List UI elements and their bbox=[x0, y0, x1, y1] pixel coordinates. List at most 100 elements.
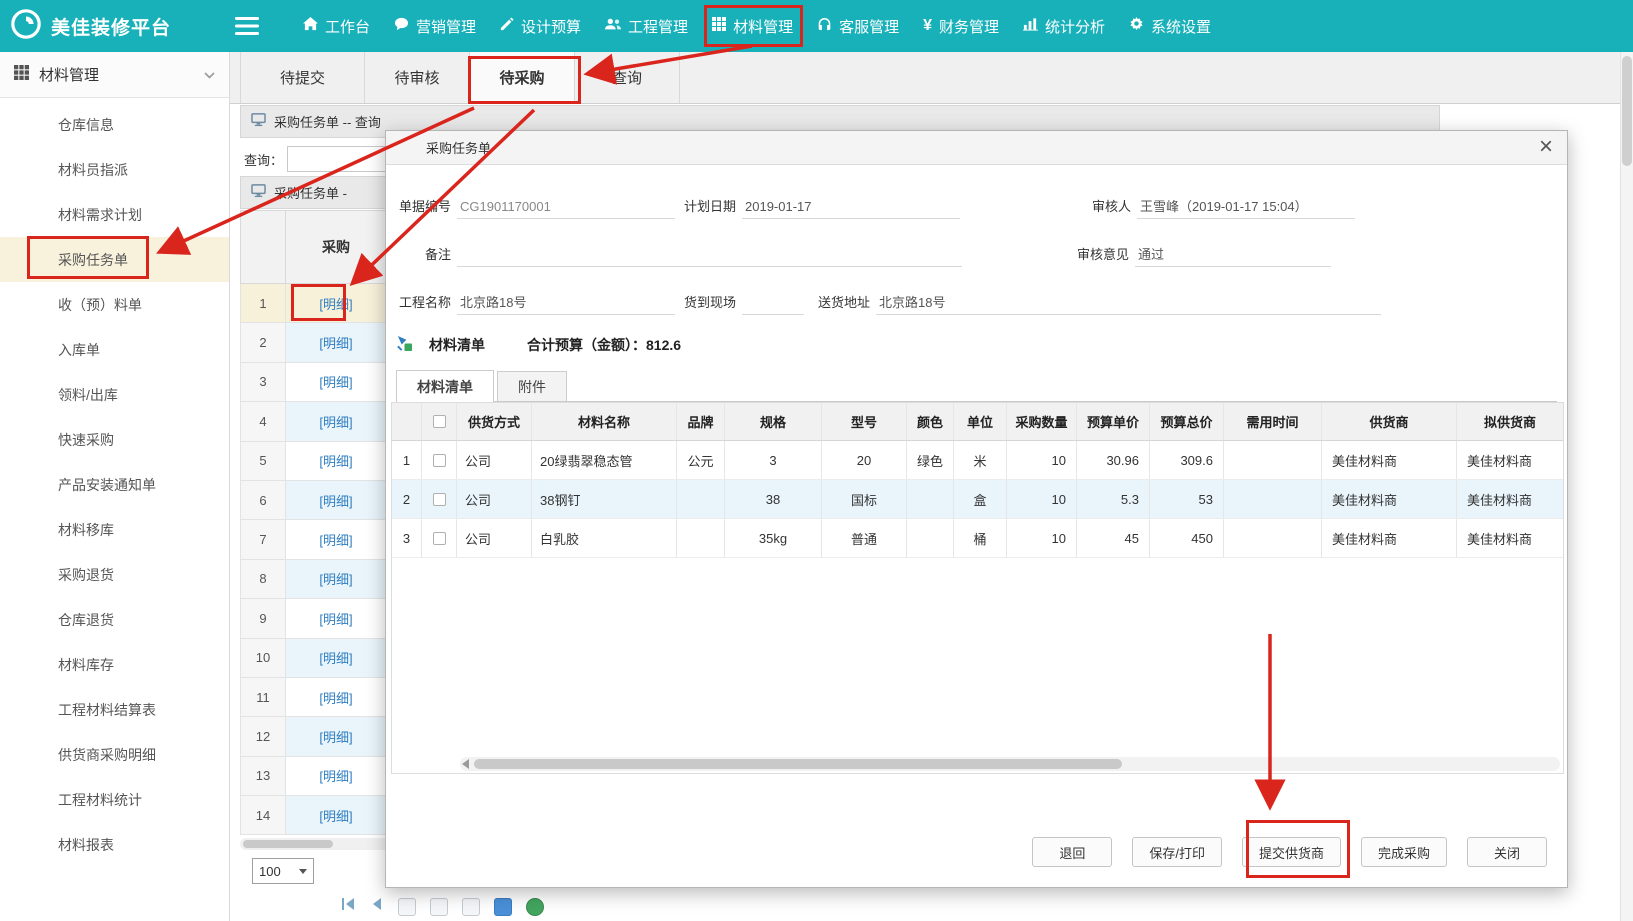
page-size-select[interactable]: 100 bbox=[252, 858, 314, 884]
detail-link[interactable]: [明细] bbox=[319, 530, 352, 549]
material-row[interactable]: 3 公司 白乳胶 35kg 普通 桶 10 45 450 美佳材料商 美佳材料商 bbox=[392, 519, 1563, 558]
tab[interactable]: 待审核 bbox=[365, 52, 470, 103]
sidebar-item[interactable]: 仓库退货 bbox=[0, 597, 229, 642]
detail-link[interactable]: [明细] bbox=[319, 412, 352, 431]
menu-toggle-icon[interactable] bbox=[235, 17, 261, 35]
audit-opinion-input[interactable]: 通过 bbox=[1135, 244, 1331, 267]
pager-icon[interactable] bbox=[398, 898, 416, 916]
nav-item-marketing[interactable]: 营销管理 bbox=[382, 0, 488, 52]
sidebar-header[interactable]: 材料管理 bbox=[0, 52, 229, 98]
close-icon[interactable]: × bbox=[1539, 134, 1553, 160]
close-button[interactable]: 关闭 bbox=[1467, 837, 1547, 867]
project-name-input[interactable]: 北京路18号 bbox=[457, 292, 675, 315]
nav-item-settings[interactable]: 系统设置 bbox=[1117, 0, 1223, 52]
to-site-input[interactable] bbox=[742, 314, 804, 315]
column-header: 预算总价 bbox=[1150, 403, 1224, 440]
sidebar-item[interactable]: 材料需求计划 bbox=[0, 192, 229, 237]
sidebar-item[interactable]: 工程材料结算表 bbox=[0, 687, 229, 732]
sidebar-item[interactable]: 材料报表 bbox=[0, 822, 229, 867]
sidebar-item[interactable]: 材料库存 bbox=[0, 642, 229, 687]
field-label: 审核意见 bbox=[1072, 243, 1129, 267]
return-button[interactable]: 退回 bbox=[1032, 837, 1112, 867]
cell-unit-price: 45 bbox=[1077, 519, 1150, 557]
first-page-icon[interactable] bbox=[340, 897, 356, 916]
cell-unit: 盒 bbox=[954, 480, 1007, 518]
sidebar-item[interactable]: 材料员指派 bbox=[0, 147, 229, 192]
row-checkbox[interactable] bbox=[433, 493, 446, 506]
nav-item-service[interactable]: 客服管理 bbox=[805, 0, 911, 52]
pager-icon[interactable] bbox=[494, 898, 512, 916]
detail-link[interactable]: [明细] bbox=[319, 688, 352, 707]
tab[interactable]: 待提交 bbox=[240, 52, 365, 103]
detail-link[interactable]: [明细] bbox=[319, 727, 352, 746]
detail-link[interactable]: [明细] bbox=[319, 451, 352, 470]
plan-date-input[interactable]: 2019-01-17 bbox=[742, 196, 960, 219]
nav-item-finance[interactable]: 财务管理 bbox=[911, 0, 1011, 52]
detail-link[interactable]: [明细] bbox=[319, 806, 352, 825]
nav-item-project[interactable]: 工程管理 bbox=[593, 0, 700, 52]
page-scrollbar[interactable] bbox=[1620, 52, 1633, 921]
cell-total-price: 53 bbox=[1150, 480, 1224, 518]
bg-horizontal-scrollbar[interactable] bbox=[240, 838, 390, 850]
sidebar-item[interactable]: 领料/出库 bbox=[0, 372, 229, 417]
select-all-checkbox[interactable] bbox=[433, 415, 446, 428]
sidebar-item[interactable]: 产品安装通知单 bbox=[0, 462, 229, 507]
material-row[interactable]: 2 公司 38钢钉 38 国标 盒 10 5.3 53 美佳材料商 美佳材料商 bbox=[392, 480, 1563, 519]
material-row[interactable]: 1 公司 20绿翡翠稳态管 公元 3 20 绿色 米 10 30.96 309.… bbox=[392, 441, 1563, 480]
sidebar-item[interactable]: 快速采购 bbox=[0, 417, 229, 462]
save-print-button[interactable]: 保存/打印 bbox=[1132, 837, 1222, 867]
nav-item-statistics[interactable]: 统计分析 bbox=[1011, 0, 1117, 52]
nav-item-workbench[interactable]: 工作台 bbox=[291, 0, 382, 52]
detail-link[interactable]: [明细] bbox=[319, 372, 352, 391]
nav-item-design-budget[interactable]: 设计预算 bbox=[488, 0, 593, 52]
scroll-left-icon[interactable] bbox=[462, 759, 469, 769]
modal-tab[interactable]: 附件 bbox=[497, 371, 567, 401]
sidebar-item[interactable]: 仓库信息 bbox=[0, 102, 229, 147]
modal-tab[interactable]: 材料清单 bbox=[396, 370, 494, 402]
bill-no-input[interactable]: CG1901170001 bbox=[457, 196, 675, 219]
detail-link[interactable]: [明细] bbox=[319, 569, 352, 588]
detail-cell: [明细] bbox=[286, 402, 386, 440]
row-number: 1 bbox=[241, 284, 286, 322]
scrollbar-thumb[interactable] bbox=[1622, 56, 1632, 166]
tab[interactable]: 待采购 bbox=[470, 52, 575, 103]
remark-input[interactable] bbox=[457, 266, 962, 267]
cell-brand bbox=[677, 519, 725, 557]
pager-icon[interactable] bbox=[430, 898, 448, 916]
detail-link[interactable]: [明细] bbox=[319, 648, 352, 667]
row-checkbox[interactable] bbox=[433, 454, 446, 467]
sidebar-item[interactable]: 工程材料统计 bbox=[0, 777, 229, 822]
sidebar-item[interactable]: 材料移库 bbox=[0, 507, 229, 552]
auditor-input[interactable]: 王雪峰（2019-01-17 15:04） bbox=[1137, 196, 1355, 219]
pager-icon[interactable] bbox=[462, 898, 480, 916]
submit-supplier-button[interactable]: 提交供货商 bbox=[1242, 837, 1341, 867]
detail-link[interactable]: [明细] bbox=[319, 491, 352, 510]
material-list-icon bbox=[396, 335, 413, 355]
scrollbar-thumb[interactable] bbox=[243, 840, 333, 848]
prev-page-icon[interactable] bbox=[370, 897, 384, 916]
cell-quantity: 10 bbox=[1007, 519, 1077, 557]
detail-link[interactable]: [明细] bbox=[319, 609, 352, 628]
sidebar-item[interactable]: 供货商采购明细 bbox=[0, 732, 229, 777]
cell-unit: 米 bbox=[954, 441, 1007, 479]
detail-link[interactable]: [明细] bbox=[319, 766, 352, 785]
scrollbar-thumb[interactable] bbox=[474, 759, 1122, 769]
nav-item-materials[interactable]: 材料管理 bbox=[700, 0, 805, 52]
sidebar-item[interactable]: 采购任务单 bbox=[0, 237, 229, 282]
tab[interactable]: 查询 bbox=[575, 52, 680, 103]
chevron-down-icon[interactable] bbox=[204, 66, 215, 83]
checkbox-cell bbox=[422, 519, 457, 557]
monitor-icon bbox=[251, 113, 266, 130]
row-checkbox[interactable] bbox=[433, 532, 446, 545]
screen: 美佳装修平台 工作台 营销管理 设计预算 工程管理 bbox=[0, 0, 1633, 921]
finish-purchase-button[interactable]: 完成采购 bbox=[1361, 837, 1447, 867]
detail-link[interactable]: [明细] bbox=[319, 294, 352, 313]
pager-refresh-icon[interactable] bbox=[526, 898, 544, 916]
sidebar-item[interactable]: 采购退货 bbox=[0, 552, 229, 597]
delivery-address-input[interactable]: 北京路18号 bbox=[876, 292, 1381, 315]
sidebar-item[interactable]: 入库单 bbox=[0, 327, 229, 372]
column-header: 预算单价 bbox=[1077, 403, 1150, 440]
detail-link[interactable]: [明细] bbox=[319, 333, 352, 352]
sidebar-item[interactable]: 收（预）料单 bbox=[0, 282, 229, 327]
horizontal-scrollbar[interactable] bbox=[460, 757, 1560, 771]
